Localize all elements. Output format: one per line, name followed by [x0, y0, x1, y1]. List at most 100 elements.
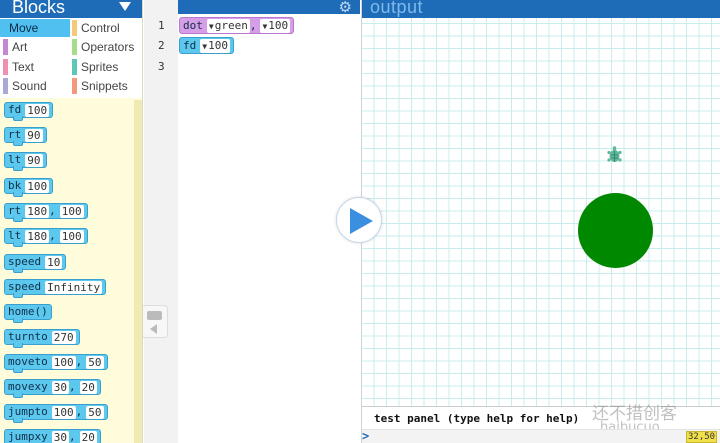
block-arg[interactable]: 90: [25, 128, 43, 142]
code-arg-dropdown[interactable]: ▼100: [260, 18, 291, 33]
block-arg[interactable]: 50: [86, 405, 104, 419]
output-header: output: [362, 0, 720, 18]
code-block-dot[interactable]: dot ▼green , ▼100: [179, 17, 295, 34]
category-swatch: [3, 59, 8, 75]
turtle-canvas[interactable]: [362, 18, 720, 406]
block-command: moveto: [8, 355, 48, 368]
turtle-icon: [607, 146, 622, 162]
category-swatch: [72, 20, 77, 36]
block-arg[interactable]: Infinity: [45, 280, 103, 294]
block-arg[interactable]: 100: [25, 103, 50, 117]
line-number: 2: [158, 39, 165, 52]
block-arg[interactable]: 180: [25, 229, 50, 243]
code-editor[interactable]: 1 2 3 ⚙ dot ▼green , ▼100 fd ▼100: [144, 0, 360, 443]
block-arg[interactable]: 100: [59, 204, 84, 218]
block-arg[interactable]: 30: [51, 430, 69, 443]
code-arg-value: 100: [268, 18, 289, 32]
category-label: Sound: [12, 79, 47, 93]
chat-icon: [147, 311, 162, 320]
arg-separator: ,: [69, 380, 76, 393]
palette-header: Blocks: [0, 0, 142, 18]
arg-separator: ,: [75, 405, 83, 418]
category-label: Art: [12, 40, 28, 54]
category-text[interactable]: Text: [3, 58, 70, 76]
block-arg[interactable]: 30: [51, 380, 69, 394]
block-command: rt: [8, 204, 22, 217]
category-art[interactable]: Art: [3, 38, 70, 56]
block-jumpxy[interactable]: jumpxy 30, 20: [4, 429, 101, 443]
arg-separator: ,: [49, 229, 56, 242]
output-title: output: [370, 0, 424, 17]
dropdown-triangle-icon: ▼: [202, 41, 208, 51]
line-number: 1: [158, 19, 165, 32]
block-arg[interactable]: 20: [79, 430, 97, 443]
category-label: Snippets: [81, 79, 128, 93]
arg-separator: ,: [49, 204, 56, 217]
editor-toolbar: ⚙: [144, 0, 360, 15]
block-rt-arc[interactable]: rt 180, 100: [4, 203, 88, 222]
block-arg[interactable]: 20: [79, 380, 97, 394]
run-button[interactable]: [336, 197, 382, 243]
dropdown-triangle-icon: ▼: [262, 21, 268, 31]
category-control[interactable]: Control: [72, 19, 142, 37]
arg-separator: ,: [75, 355, 83, 368]
palette-collapse-icon[interactable]: [119, 2, 131, 11]
category-label: Move: [9, 21, 39, 35]
block-fd[interactable]: fd 100: [4, 102, 54, 121]
block-arg[interactable]: 50: [86, 355, 104, 369]
block-jumpto[interactable]: jumpto 100, 50: [4, 404, 108, 423]
category-operators[interactable]: Operators: [72, 38, 142, 56]
code-command: fd: [183, 39, 197, 52]
play-icon: [350, 208, 373, 234]
arg-separator: ,: [249, 19, 257, 32]
line-gutter: 1 2 3: [144, 0, 178, 443]
palette-block-list: fd 100 rt 90 lt 90 bk 100 rt 180, 100 lt 180, 10…: [0, 98, 142, 443]
category-list: Move Control Art Operators Text Sprites …: [0, 18, 142, 98]
side-panel-tab[interactable]: [143, 305, 168, 338]
block-arg[interactable]: 90: [25, 153, 43, 167]
block-arg[interactable]: 100: [51, 405, 76, 419]
gear-icon[interactable]: ⚙: [339, 0, 352, 15]
block-lt-arc[interactable]: lt 180, 100: [4, 228, 88, 247]
code-arg-dropdown[interactable]: ▼green: [206, 18, 250, 33]
block-turnto[interactable]: turnto 270: [4, 329, 80, 348]
category-move[interactable]: Move: [0, 19, 70, 37]
block-speed[interactable]: speed 10: [4, 254, 67, 273]
code-arg-dropdown[interactable]: ▼100: [200, 38, 230, 53]
category-snippets[interactable]: Snippets: [72, 77, 142, 95]
test-panel-text: test panel (type help for help): [374, 412, 580, 425]
editor-toolbar-bar: [178, 0, 360, 14]
code-arg-value: 100: [208, 38, 228, 52]
block-lt[interactable]: lt 90: [4, 152, 47, 171]
block-speed-infinity[interactable]: speed Infinity: [4, 279, 107, 298]
block-arg[interactable]: 180: [25, 204, 50, 218]
console-input[interactable]: >: [362, 429, 720, 443]
block-arg[interactable]: 100: [25, 179, 50, 193]
output-pane: output test panel (type help for help) 还…: [361, 0, 720, 443]
block-arg[interactable]: 100: [59, 229, 84, 243]
category-sprites[interactable]: Sprites: [72, 58, 142, 76]
console-prompt: >: [362, 429, 370, 443]
block-command: speed: [8, 255, 42, 268]
block-moveto[interactable]: moveto 100, 50: [4, 354, 108, 373]
block-arg[interactable]: 270: [51, 330, 76, 344]
block-movexy[interactable]: movexy 30, 20: [4, 379, 101, 398]
line-number: 3: [158, 60, 165, 73]
dropdown-triangle-icon: ▼: [208, 21, 214, 31]
category-swatch: [72, 78, 77, 94]
block-rt[interactable]: rt 90: [4, 127, 47, 146]
block-arg[interactable]: 100: [51, 355, 76, 369]
block-arg[interactable]: 10: [45, 255, 63, 269]
block-command: lt: [8, 153, 22, 166]
block-home[interactable]: home(): [4, 304, 52, 323]
category-sound[interactable]: Sound: [3, 77, 70, 95]
block-command: lt: [8, 229, 22, 242]
block-command: jumpxy: [8, 430, 48, 443]
category-swatch: [72, 59, 77, 75]
block-bk[interactable]: bk 100: [4, 178, 54, 197]
category-label: Sprites: [81, 60, 119, 74]
block-command: turnto: [8, 330, 48, 343]
code-block-fd[interactable]: fd ▼100: [179, 37, 234, 54]
palette-title: Blocks: [12, 0, 66, 17]
block-command: bk: [8, 179, 22, 192]
